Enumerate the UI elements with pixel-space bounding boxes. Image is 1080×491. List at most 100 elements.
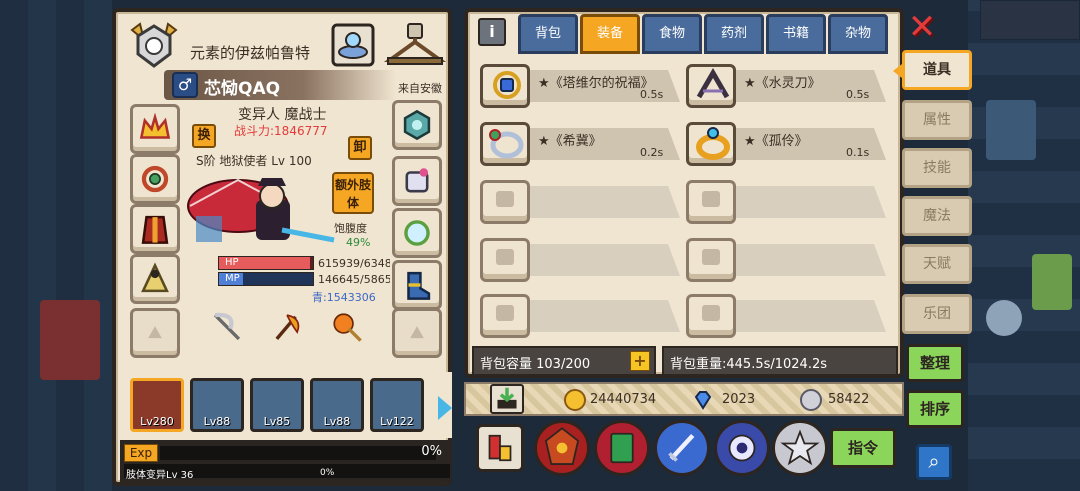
party-member-2[interactable]: Lv88 [190, 378, 244, 432]
inventory-empty-slot[interactable] [686, 180, 890, 224]
wardrobe-hanger-icon[interactable] [384, 22, 446, 70]
tab-potions[interactable]: 药剂 [704, 14, 764, 54]
item-track [736, 244, 886, 276]
side-tab-talent[interactable]: 天赋 [902, 244, 972, 284]
equip-slot-weapon-1[interactable] [202, 302, 252, 352]
red-robe-icon [141, 215, 169, 244]
currency-bar: 24440734 2023 58422 [464, 382, 904, 416]
item-slot[interactable] [480, 294, 530, 338]
item-slot[interactable] [686, 180, 736, 224]
tab-books[interactable]: 书籍 [766, 14, 826, 54]
party-member-3[interactable]: Lv85 [250, 378, 304, 432]
inventory-item[interactable]: ★《希冀》 0.2s [480, 122, 684, 166]
organize-button[interactable]: 整理 [906, 344, 964, 382]
equip-slot-weapon-3[interactable] [322, 302, 372, 352]
empty-slot-icon [148, 326, 162, 339]
inventory-item[interactable]: ★《水灵刀》 0.5s [686, 64, 890, 108]
equip-slot-crown[interactable] [130, 104, 180, 154]
item-slot[interactable] [686, 122, 736, 166]
inventory-empty-slot[interactable] [480, 294, 684, 338]
party-member-4[interactable]: Lv88 [310, 378, 364, 432]
expand-capacity-button[interactable]: + [630, 351, 650, 371]
eye-orb-icon[interactable] [714, 420, 770, 476]
equip-slot-empty[interactable] [392, 308, 442, 358]
side-tab-magic[interactable]: 魔法 [902, 196, 972, 236]
player-origin: 来自安徽 [398, 82, 442, 95]
search-icon[interactable]: ⌕ [916, 444, 952, 480]
equip-slot-empty[interactable] [130, 308, 180, 358]
quickslot-button[interactable] [476, 424, 524, 472]
tab-misc[interactable]: 杂物 [828, 14, 888, 54]
tab-equipment[interactable]: 装备 [580, 14, 640, 54]
item-track [530, 300, 680, 332]
item-weight: 0.5s [640, 88, 664, 101]
party-member-5[interactable]: Lv122 [370, 378, 424, 432]
gold-cloak-icon [141, 262, 169, 293]
character-title: 元素的伊兹帕鲁特 [190, 44, 311, 62]
item-track [736, 186, 886, 218]
inventory-item[interactable]: ★《塔维尔的祝福》 0.5s [480, 64, 684, 108]
equip-slot-armor[interactable] [130, 204, 180, 254]
party-next-arrow-icon[interactable] [438, 396, 452, 420]
tab-food[interactable]: 食物 [642, 14, 702, 54]
inventory-empty-slot[interactable] [480, 238, 684, 282]
mirror-charm-icon [404, 220, 430, 246]
side-tab-band[interactable]: 乐团 [902, 294, 972, 334]
equip-slot-necklace[interactable] [130, 154, 180, 204]
star-icon[interactable] [772, 420, 828, 476]
equip-slot-gloves[interactable] [392, 156, 442, 206]
item-slot[interactable] [480, 180, 530, 224]
capacity-text: 背包容量 103/200 [480, 357, 591, 372]
equip-slot-cloak[interactable] [130, 254, 180, 304]
limb-percent: 0% [320, 468, 335, 478]
inventory-empty-slot[interactable] [686, 238, 890, 282]
side-tab-items[interactable]: 道具 [893, 50, 972, 90]
extra-limb-button[interactable]: 额外肢体 [332, 172, 374, 214]
item-slot[interactable] [480, 238, 530, 282]
hp-bar: HP [218, 256, 314, 270]
side-tab-attributes[interactable]: 属性 [902, 100, 972, 140]
item-track [530, 244, 680, 276]
info-button[interactable]: i [478, 18, 506, 46]
item-slot[interactable] [686, 294, 736, 338]
mask-skill-icon[interactable] [534, 420, 590, 476]
side-tab-skills[interactable]: 技能 [902, 148, 972, 188]
sword-skill-icon[interactable] [654, 420, 710, 476]
unequip-button[interactable]: 卸 [348, 136, 372, 160]
limb-level-label: 肢体变异Lv 36 [126, 470, 194, 481]
inventory-panel: i 背包 装备 食物 药剂 书籍 杂物 ★《塔维尔的祝福》 0.5s ★《水灵刀… [464, 8, 904, 378]
inventory-item[interactable]: ★《孤伶》 0.1s [686, 122, 890, 166]
command-button[interactable]: 指令 [830, 428, 896, 468]
item-slot[interactable] [480, 64, 530, 108]
party-member-1[interactable]: Lv280 [130, 378, 184, 432]
weight-text: 背包重量:445.5s/1024.2s [670, 357, 828, 372]
item-name: ★《希冀》 [538, 134, 602, 149]
green-book-icon[interactable] [594, 420, 650, 476]
satiety-value: 49% [346, 236, 371, 249]
character-title-row: 元素的伊兹帕鲁特 [120, 18, 452, 68]
exp-section: Exp 0% 肢体变异Lv 36 0% [120, 440, 452, 482]
sort-button[interactable]: 排序 [906, 390, 964, 428]
diamond-currency: 2023 [692, 389, 782, 411]
equip-slot-weapon-2[interactable] [262, 302, 312, 352]
equip-slot-accessory[interactable] [392, 208, 442, 258]
item-slot[interactable] [480, 122, 530, 166]
gem-button[interactable] [330, 22, 376, 68]
tab-backpack[interactable]: 背包 [518, 14, 578, 54]
inventory-empty-slot[interactable] [480, 180, 684, 224]
equip-slot-emblem[interactable] [392, 100, 442, 150]
swap-button[interactable]: 换 [192, 124, 216, 148]
equip-slot-boots[interactable] [392, 260, 442, 310]
item-slot[interactable] [686, 238, 736, 282]
item-track [736, 300, 886, 332]
close-icon[interactable]: ✕ [906, 10, 938, 44]
serpent-necklace-icon [141, 165, 169, 193]
item-slot[interactable] [686, 64, 736, 108]
gold-coin-icon [564, 389, 586, 411]
inventory-empty-slot[interactable] [686, 294, 890, 338]
world-object [1032, 254, 1072, 310]
download-icon[interactable] [490, 384, 524, 414]
party-member-level: Lv122 [380, 415, 414, 428]
silver-amount: 58422 [828, 392, 870, 407]
party-member-level: Lv280 [140, 415, 174, 428]
